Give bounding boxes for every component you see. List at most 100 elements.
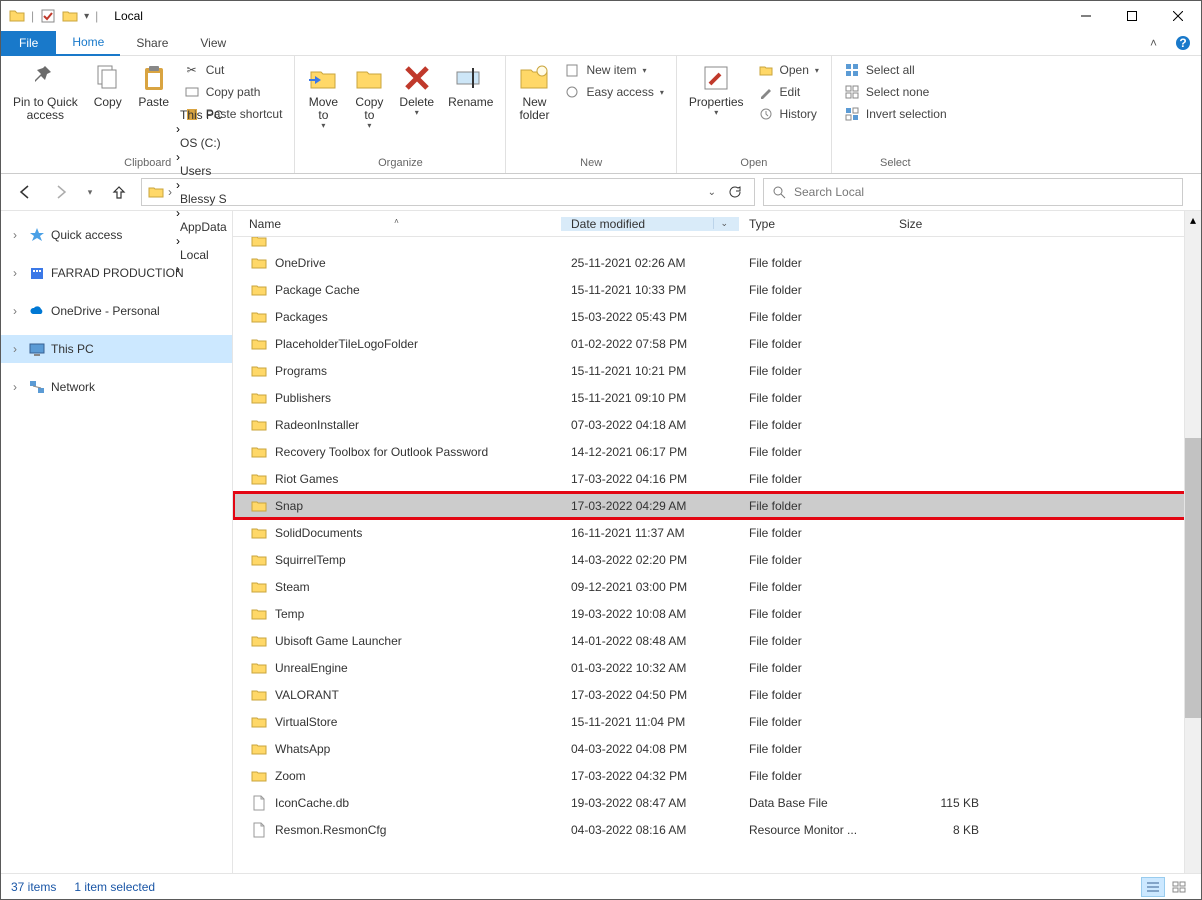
nav-network[interactable]: ›Network (1, 373, 232, 401)
file-row[interactable]: VALORANT17-03-2022 04:50 PMFile folder (233, 681, 1201, 708)
scroll-up-icon[interactable]: ▴ (1185, 211, 1201, 228)
file-row[interactable]: WhatsApp04-03-2022 04:08 PMFile folder (233, 735, 1201, 762)
cloud-icon (29, 303, 45, 319)
chevron-right-icon[interactable]: › (176, 150, 180, 164)
status-count: 37 items (11, 880, 56, 894)
file-row[interactable]: PlaceholderTileLogoFolder01-02-2022 07:5… (233, 330, 1201, 357)
search-icon (772, 185, 786, 199)
qat-dropdown-icon[interactable]: ▾ (84, 11, 89, 22)
home-tab[interactable]: Home (56, 31, 120, 56)
copy-button[interactable]: Copy (86, 60, 130, 111)
select-all-button[interactable]: Select all (838, 60, 953, 80)
minimize-button[interactable] (1063, 1, 1109, 31)
thumbnails-view-button[interactable] (1167, 877, 1191, 897)
file-row[interactable]: SquirrelTemp14-03-2022 02:20 PMFile fold… (233, 546, 1201, 573)
file-type: File folder (739, 364, 889, 378)
cut-button[interactable]: ✂Cut (178, 60, 289, 80)
file-row[interactable]: OneDrive25-11-2021 02:26 AMFile folder (233, 249, 1201, 276)
chevron-right-icon[interactable]: › (176, 178, 180, 192)
file-row[interactable]: RadeonInstaller07-03-2022 04:18 AMFile f… (233, 411, 1201, 438)
refresh-button[interactable] (722, 185, 748, 199)
paste-button[interactable]: Paste (132, 60, 176, 111)
file-row[interactable]: Zoom17-03-2022 04:32 PMFile folder (233, 762, 1201, 789)
new-folder-button[interactable]: New folder (512, 60, 556, 124)
recent-dropdown-icon[interactable]: ▾ (83, 178, 97, 206)
file-row-clipped[interactable] (233, 237, 1201, 249)
open-button[interactable]: Open ▾ (752, 60, 825, 80)
file-row[interactable]: Steam09-12-2021 03:00 PMFile folder (233, 573, 1201, 600)
view-tab[interactable]: View (184, 31, 242, 56)
file-row[interactable]: Packages15-03-2022 05:43 PMFile folder (233, 303, 1201, 330)
edit-button[interactable]: Edit (752, 82, 825, 102)
scroll-thumb[interactable] (1185, 438, 1201, 718)
file-row[interactable]: Resmon.ResmonCfg04-03-2022 08:16 AMResou… (233, 816, 1201, 843)
file-row[interactable]: IconCache.db19-03-2022 08:47 AMData Base… (233, 789, 1201, 816)
file-date: 14-03-2022 02:20 PM (561, 553, 739, 567)
copy-path-button[interactable]: Copy path (178, 82, 289, 102)
nav-quick-access[interactable]: ›Quick access (1, 221, 232, 249)
history-button[interactable]: History (752, 104, 825, 124)
file-row[interactable]: Programs15-11-2021 10:21 PMFile folder (233, 357, 1201, 384)
file-row[interactable]: SolidDocuments16-11-2021 11:37 AMFile fo… (233, 519, 1201, 546)
file-type: File folder (739, 445, 889, 459)
folder-icon (251, 237, 267, 249)
qat-sep: | (31, 9, 34, 23)
share-tab[interactable]: Share (120, 31, 184, 56)
nav-farrad[interactable]: ›FARRAD PRODUCTION (1, 259, 232, 287)
collapse-ribbon-icon[interactable]: ˄ (1142, 36, 1165, 50)
file-row[interactable]: Snap17-03-2022 04:29 AMFile folder (233, 492, 1201, 519)
file-row[interactable]: Temp19-03-2022 10:08 AMFile folder (233, 600, 1201, 627)
breadcrumb-item[interactable]: This PC (176, 108, 231, 122)
move-to-button[interactable]: Move to▾ (301, 60, 345, 133)
file-date: 01-02-2022 07:58 PM (561, 337, 739, 351)
invert-icon (844, 106, 860, 122)
delete-button[interactable]: Delete▾ (393, 60, 440, 120)
group-label-clipboard: Clipboard (124, 157, 171, 171)
file-row[interactable]: Package Cache15-11-2021 10:33 PMFile fol… (233, 276, 1201, 303)
col-date[interactable]: Date modified⌄ (561, 217, 739, 231)
breadcrumb-item[interactable]: Users (176, 164, 231, 178)
folder-icon (251, 498, 267, 514)
address-dropdown-icon[interactable]: ⌄ (708, 187, 716, 198)
file-tab[interactable]: File (1, 31, 56, 56)
help-icon[interactable]: ? (1165, 35, 1201, 51)
address-bar[interactable]: › This PC›OS (C:)›Users›Blessy S›AppData… (141, 178, 755, 206)
close-button[interactable] (1155, 1, 1201, 31)
file-row[interactable]: Ubisoft Game Launcher14-01-2022 08:48 AM… (233, 627, 1201, 654)
breadcrumb-item[interactable]: OS (C:) (176, 136, 231, 150)
invert-selection-button[interactable]: Invert selection (838, 104, 953, 124)
forward-button[interactable] (47, 178, 75, 206)
file-row[interactable]: UnrealEngine01-03-2022 10:32 AMFile fold… (233, 654, 1201, 681)
new-item-button[interactable]: New item ▾ (558, 60, 669, 80)
file-row[interactable]: Publishers15-11-2021 09:10 PMFile folder (233, 384, 1201, 411)
file-row[interactable]: Riot Games17-03-2022 04:16 PMFile folder (233, 465, 1201, 492)
nav-row: ▾ › This PC›OS (C:)›Users›Blessy S›AppDa… (1, 174, 1201, 210)
move-to-icon (307, 62, 339, 94)
file-row[interactable]: Recovery Toolbox for Outlook Password14-… (233, 438, 1201, 465)
col-size[interactable]: Size (889, 217, 989, 231)
back-button[interactable] (11, 178, 39, 206)
breadcrumb-item[interactable]: Blessy S (176, 192, 231, 206)
file-row[interactable]: VirtualStore15-11-2021 11:04 PMFile fold… (233, 708, 1201, 735)
copy-to-button[interactable]: Copy to▾ (347, 60, 391, 133)
search-box[interactable] (763, 178, 1183, 206)
easy-access-button[interactable]: Easy access ▾ (558, 82, 669, 102)
chevron-right-icon[interactable]: › (168, 185, 172, 199)
col-type[interactable]: Type (739, 217, 889, 231)
col-name[interactable]: ˄Name (233, 217, 561, 231)
nav-this-pc[interactable]: ›This PC (1, 335, 232, 363)
search-input[interactable] (794, 185, 1174, 199)
chevron-right-icon[interactable]: › (176, 122, 180, 136)
scrollbar[interactable]: ▴ (1184, 211, 1201, 873)
rename-button[interactable]: Rename (442, 60, 499, 111)
nav-onedrive[interactable]: ›OneDrive - Personal (1, 297, 232, 325)
pin-quick-access-button[interactable]: Pin to Quick access (7, 60, 84, 124)
details-view-button[interactable] (1141, 877, 1165, 897)
properties-button[interactable]: Properties▾ (683, 60, 750, 120)
select-none-button[interactable]: Select none (838, 82, 953, 102)
maximize-button[interactable] (1109, 1, 1155, 31)
folder-icon (251, 687, 267, 703)
checkbox-icon[interactable] (40, 8, 56, 24)
file-type: File folder (739, 391, 889, 405)
up-button[interactable] (105, 178, 133, 206)
